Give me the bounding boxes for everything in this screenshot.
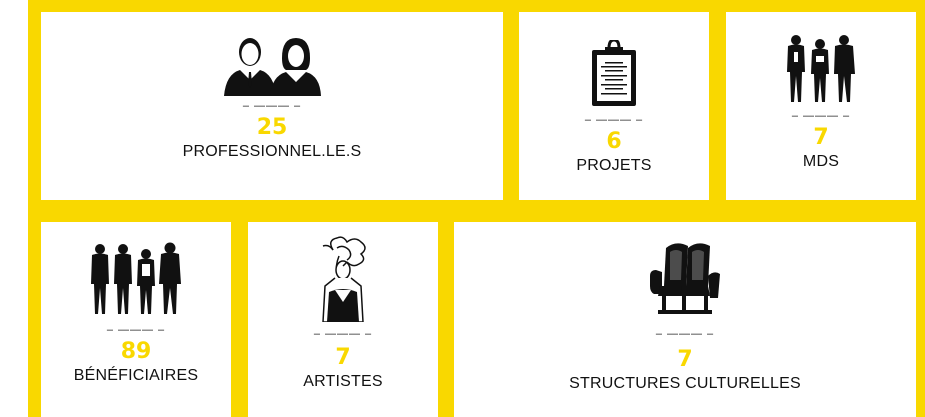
professionals-icon xyxy=(222,36,322,96)
stat-number: 7 xyxy=(335,345,351,370)
separator: – ——— – xyxy=(791,110,851,122)
stat-label: STRUCTURES CULTURELLES xyxy=(569,375,801,392)
stat-label: BÉNÉFICIAIRES xyxy=(73,367,199,384)
artist-icon xyxy=(313,236,373,322)
stat-card-professionals: – ——— – 25 PROFESSIONNEL.LE.S xyxy=(41,12,503,200)
stat-card-artists: – ——— – 7 ARTISTES xyxy=(248,222,438,417)
clipboard-icon xyxy=(591,40,637,106)
stat-label: PROFESSIONNEL.LE.S xyxy=(182,143,362,160)
separator: – ——— – xyxy=(584,114,644,126)
stat-number: 6 xyxy=(606,129,622,154)
separator: – ——— – xyxy=(313,328,373,340)
beneficiaries-icon xyxy=(88,242,184,316)
theater-seats-icon xyxy=(648,242,722,322)
stat-card-mds: – ——— – 7 MDS xyxy=(726,12,916,200)
stat-number: 7 xyxy=(677,347,693,372)
separator: – ——— – xyxy=(106,324,166,336)
stat-card-beneficiaries: – ——— – 89 BÉNÉFICIAIRES xyxy=(41,222,231,417)
stat-number: 25 xyxy=(256,115,288,140)
group-people-icon xyxy=(782,34,860,104)
separator: – ——— – xyxy=(655,328,715,340)
stat-label: PROJETS xyxy=(576,157,652,174)
stat-label: ARTISTES xyxy=(303,373,383,390)
stats-panel: – ——— – 25 PROFESSIONNEL.LE.S – ——— – 6 xyxy=(28,0,925,417)
stat-card-projects: – ——— – 6 PROJETS xyxy=(519,12,709,200)
separator: – ——— – xyxy=(242,100,302,112)
stat-number: 89 xyxy=(120,339,152,364)
stat-label: MDS xyxy=(802,153,840,170)
stat-card-cultural-structures: – ——— – 7 STRUCTURES CULTURELLES xyxy=(454,222,916,417)
stat-number: 7 xyxy=(813,125,829,150)
